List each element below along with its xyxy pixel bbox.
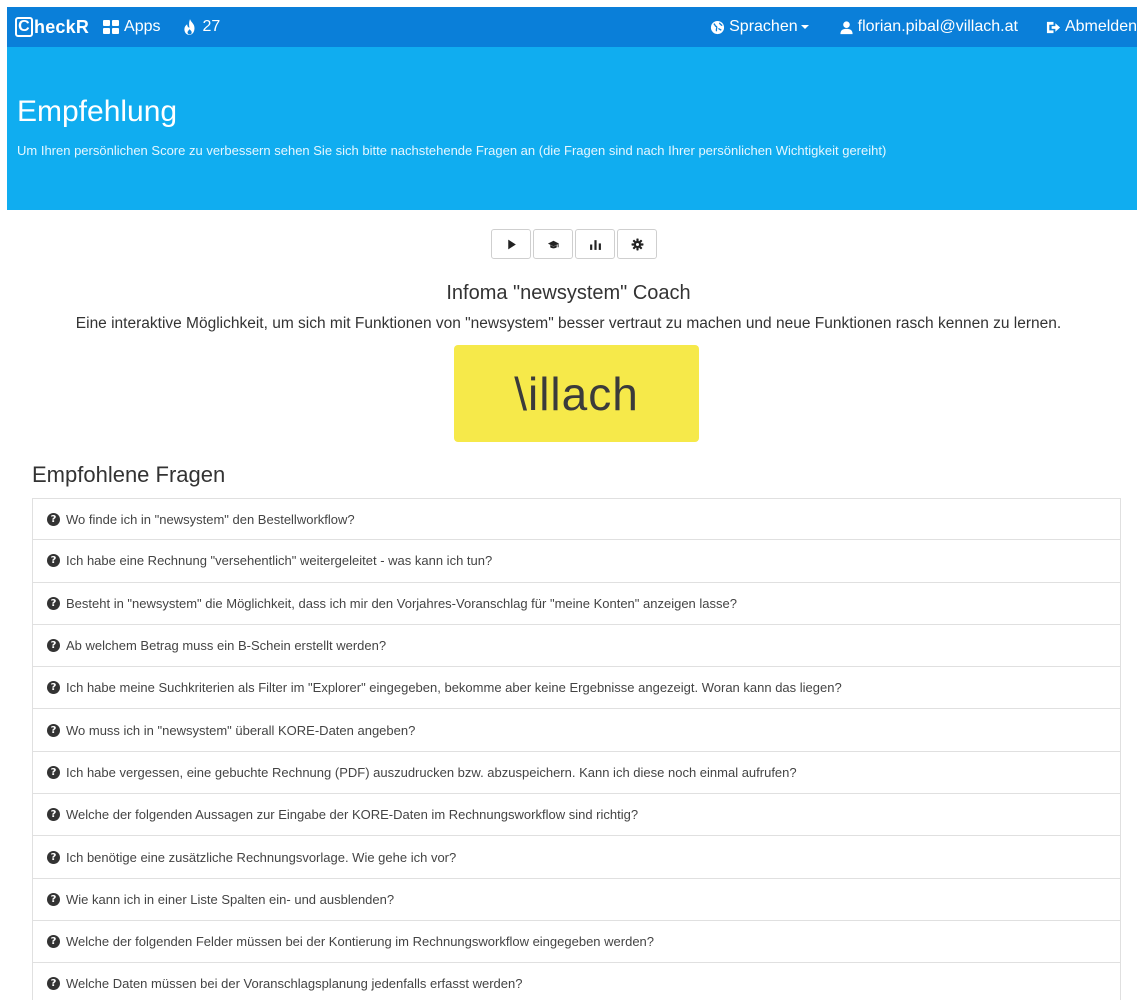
question-icon: ? (47, 935, 60, 949)
question-item[interactable]: ? Welche der folgenden Felder müssen bei … (32, 920, 1121, 964)
fire-icon (183, 19, 194, 35)
question-icon: ? (47, 596, 60, 610)
grid-icon (103, 20, 120, 34)
navbar-right: Sprachen florian.pibal@villach.at Abmeld… (710, 7, 1137, 47)
caret-down-icon (800, 25, 809, 29)
question-icon: ? (47, 681, 60, 695)
bar-chart-icon (589, 239, 601, 250)
question-text: Welche der folgenden Aussagen zur Eingab… (66, 807, 639, 823)
question-list: ? Wo finde ich in "newsystem" den Bestell… (32, 498, 1121, 1000)
play-icon (507, 239, 516, 249)
statistics-button[interactable] (575, 229, 615, 259)
logout-link[interactable]: Abmelden (1046, 18, 1137, 36)
brand-initial: C (15, 17, 33, 37)
globe-icon (711, 20, 725, 34)
learn-button[interactable] (533, 229, 573, 259)
question-item[interactable]: ? Ich habe eine Rechnung "versehentlich" … (32, 540, 1121, 583)
apps-link[interactable]: Apps (103, 18, 161, 36)
question-item[interactable]: ? Welche der folgenden Aussagen zur Einga… (32, 794, 1121, 837)
page-title: Empfehlung (17, 95, 178, 128)
question-item[interactable]: ? Wie kann ich in einer Liste Spalten ein… (32, 878, 1121, 921)
question-text: Wo finde ich in "newsystem" den Bestellw… (66, 511, 355, 527)
question-icon: ? (47, 977, 60, 991)
question-icon: ? (47, 850, 60, 864)
page-subtitle: Um Ihren persönlichen Score zu verbesser… (17, 143, 887, 158)
user-icon (840, 20, 853, 34)
recommended-questions-heading: Empfohlene Fragen (32, 462, 226, 487)
apps-label: Apps (124, 18, 161, 35)
gear-icon (631, 238, 643, 250)
user-email: florian.pibal@villach.at (857, 18, 1018, 35)
recommendation-banner: Empfehlung Um Ihren persönlichen Score z… (7, 47, 1137, 210)
logout-label: Abmelden (1064, 18, 1137, 35)
villach-logo: \illach (454, 345, 699, 442)
question-text: Ab welchem Betrag muss ein B-Schein erst… (66, 638, 387, 654)
coach-description: Eine interaktive Möglichkeit, um sich mi… (75, 315, 1062, 332)
brand-logo[interactable]: C heckR (15, 17, 89, 38)
question-item[interactable]: ? Besteht in "newsystem" die Möglichkeit,… (32, 582, 1121, 625)
question-item[interactable]: ? Ich benötige eine zusätzliche Rechnungs… (32, 836, 1121, 879)
question-item[interactable]: ? Ich habe meine Suchkriterien als Filter… (32, 667, 1121, 710)
settings-button[interactable] (617, 229, 657, 259)
question-icon: ? (47, 808, 60, 822)
streak-link[interactable]: 27 (181, 18, 221, 36)
coach-toolbar (491, 229, 659, 259)
question-item[interactable]: ? Wo finde ich in "newsystem" den Bestell… (32, 498, 1121, 541)
language-label: Sprachen (729, 18, 798, 35)
question-text: Ich benötige eine zusätzliche Rechnungsv… (66, 849, 457, 865)
question-text: Ich habe meine Suchkriterien als Filter … (66, 680, 842, 696)
question-icon: ? (47, 765, 60, 779)
language-dropdown[interactable]: Sprachen (710, 18, 809, 36)
question-item[interactable]: ? Welche Daten müssen bei der Voranschlag… (32, 963, 1121, 1000)
question-text: Ich habe vergessen, eine gebuchte Rechnu… (66, 764, 797, 780)
top-navbar: C heckR Apps 27 Sprachen florian.pibal@v… (7, 7, 1137, 47)
question-item[interactable]: ? Ich habe vergessen, eine gebuchte Rechn… (32, 751, 1121, 795)
play-button[interactable] (491, 229, 531, 259)
question-icon: ? (47, 554, 60, 568)
question-icon: ? (47, 639, 60, 653)
question-icon: ? (47, 892, 60, 906)
question-text: Welche der folgenden Felder müssen bei d… (66, 934, 655, 950)
question-item[interactable]: ? Wo muss ich in "newsystem" überall KORE… (32, 709, 1121, 752)
question-icon: ? (47, 723, 60, 737)
question-item[interactable]: ? Ab welchem Betrag muss ein B-Schein ers… (32, 624, 1121, 668)
question-text: Wie kann ich in einer Liste Spalten ein-… (66, 891, 395, 907)
brand-name: heckR (34, 16, 90, 37)
logo-text: \illach (514, 367, 639, 420)
streak-count: 27 (202, 18, 221, 35)
logout-icon (1046, 21, 1061, 33)
coach-title: Infoma "newsystem" Coach (446, 282, 691, 304)
question-icon: ? (47, 512, 60, 526)
question-text: Welche Daten müssen bei der Voranschlags… (66, 976, 523, 992)
user-account-link[interactable]: florian.pibal@villach.at (839, 18, 1018, 36)
question-text: Besteht in "newsystem" die Möglichkeit, … (66, 595, 737, 611)
question-text: Ich habe eine Rechnung "versehentlich" w… (66, 553, 493, 569)
graduation-cap-icon (547, 240, 559, 248)
question-text: Wo muss ich in "newsystem" überall KORE-… (66, 722, 416, 738)
